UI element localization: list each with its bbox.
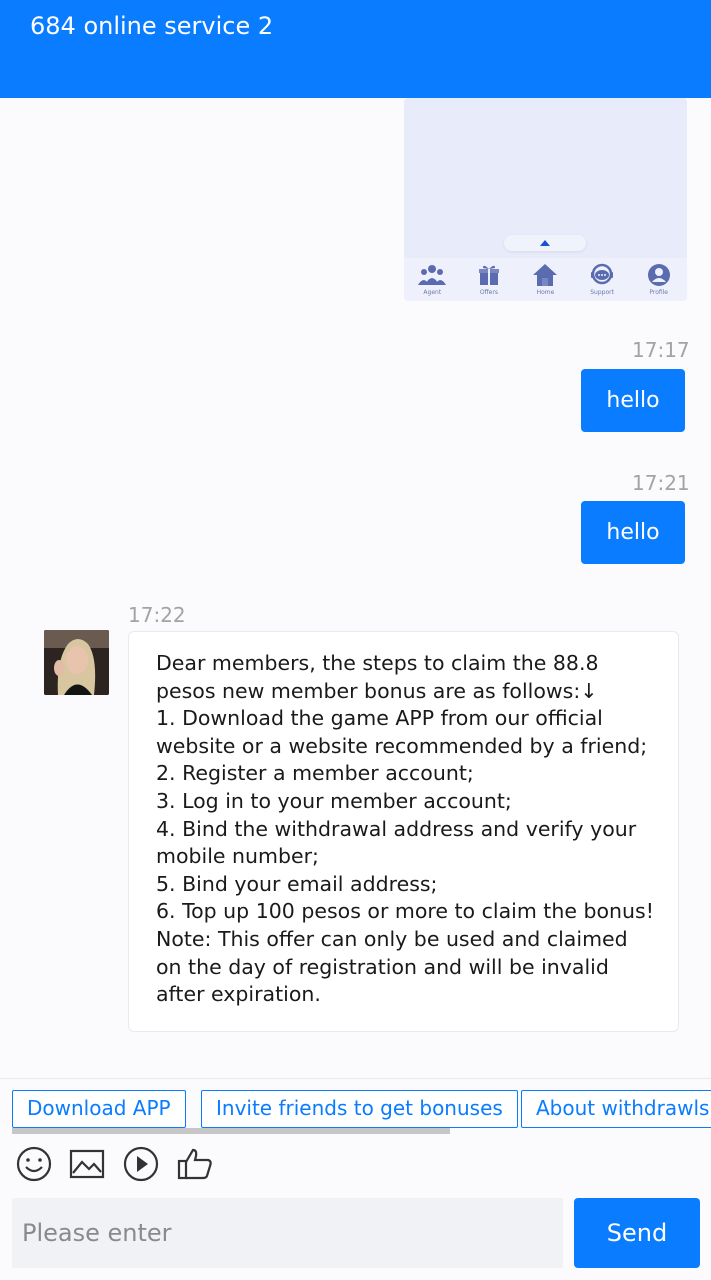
- message-timestamp: 17:17: [632, 338, 690, 362]
- image-message[interactable]: Agent Offers Home Support Profile: [404, 98, 687, 301]
- nav-item-support: Support: [577, 258, 627, 301]
- profile-icon: [647, 264, 670, 286]
- nav-label: Support: [590, 289, 614, 296]
- nav-label: Agent: [423, 289, 442, 296]
- horizontal-scrollbar[interactable]: [12, 1128, 450, 1134]
- support-icon: [591, 263, 614, 285]
- incoming-message[interactable]: Dear members, the steps to claim the 88.…: [128, 631, 679, 1032]
- nav-item-agent: Agent: [407, 258, 457, 301]
- chat-header: 684 online service 2: [0, 0, 711, 98]
- toolbar: [0, 1140, 711, 1192]
- nav-item-offers: Offers: [464, 258, 514, 301]
- quick-reply-about-withdrawls[interactable]: About withdrawls: [521, 1090, 711, 1128]
- image-nav-bar: Agent Offers Home Support Profile: [404, 258, 687, 301]
- quick-reply-invite-friends[interactable]: Invite friends to get bonuses: [201, 1090, 518, 1128]
- gift-icon: [478, 265, 499, 285]
- outgoing-message[interactable]: hello: [581, 501, 685, 564]
- nav-item-profile: Profile: [634, 258, 684, 301]
- composer: Send: [0, 1196, 711, 1276]
- agent-avatar[interactable]: [44, 630, 109, 695]
- nav-label: Home: [536, 289, 555, 296]
- nav-label: Profile: [649, 289, 668, 296]
- quick-reply-download-app[interactable]: Download APP: [12, 1090, 186, 1128]
- arrow-up-icon: [540, 240, 550, 246]
- page-title: 684 online service 2: [30, 12, 274, 40]
- nav-label: Offers: [479, 289, 498, 296]
- message-input[interactable]: [12, 1198, 563, 1268]
- nav-item-home: Home: [520, 258, 570, 301]
- video-icon[interactable]: [121, 1144, 161, 1184]
- expand-handle: [504, 235, 586, 251]
- thumbs-up-icon[interactable]: [175, 1144, 215, 1184]
- message-timestamp: 17:22: [128, 603, 186, 627]
- emoji-icon[interactable]: [14, 1144, 54, 1184]
- users-icon: [418, 265, 447, 285]
- message-list[interactable]: Agent Offers Home Support Profile 17:17 …: [0, 98, 711, 1078]
- outgoing-message[interactable]: hello: [581, 369, 685, 432]
- quick-replies-bar[interactable]: Download APP Invite friends to get bonus…: [0, 1078, 711, 1138]
- send-button[interactable]: Send: [574, 1198, 700, 1268]
- message-timestamp: 17:21: [632, 471, 690, 495]
- message-text: Dear members, the steps to claim the 88.…: [156, 651, 654, 1007]
- avatar-image: [44, 630, 109, 695]
- image-icon[interactable]: [67, 1144, 107, 1184]
- home-icon: [533, 264, 558, 286]
